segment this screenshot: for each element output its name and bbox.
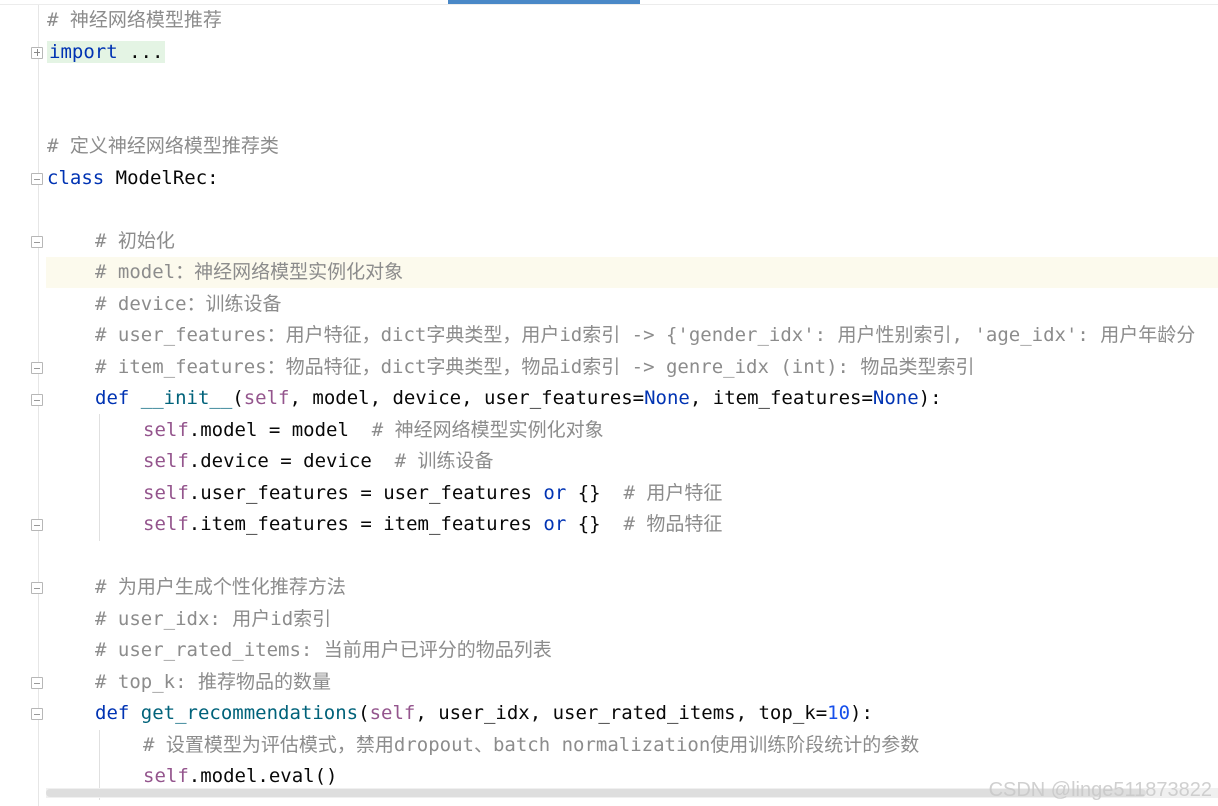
code-line-12: # item_features：物品特征，dict字典类型，物品id索引 -> … [95,356,975,378]
fold-end-icon[interactable] [31,677,43,689]
code-line-15: self.device = device # 训练设备 [143,450,494,472]
fold-collapse-icon[interactable] [31,394,43,406]
code-line-2[interactable]: import ... [47,37,166,68]
code-line-17: self.item_features = item_features or {}… [143,513,723,535]
code-line-11: # user_features：用户特征，dict字典类型，用户id索引 -> … [95,324,1196,346]
fold-collapse-icon[interactable] [31,236,43,248]
folded-imports: import ... [47,41,166,63]
code-line-20: # user_idx: 用户id索引 [95,608,332,630]
code-line-9: # model：神经网络模型实例化对象 [95,261,404,283]
fold-collapse-icon[interactable] [31,173,43,185]
code-line-8: # 初始化 [95,230,175,252]
fold-expand-icon[interactable] [31,47,43,59]
watermark: CSDN @linge511873822 [988,779,1212,801]
code-line-21: # user_rated_items: 当前用户已评分的物品列表 [95,639,552,661]
code-line-22: # top_k: 推荐物品的数量 [95,671,331,693]
fold-collapse-icon[interactable] [31,708,43,720]
fold-end-icon[interactable] [31,362,43,374]
fold-end-icon[interactable] [31,519,43,531]
code-line-24: # 设置模型为评估模式，禁用dropout、batch normalizatio… [143,734,920,756]
horizontal-scrollbar-thumb[interactable] [46,789,1146,797]
fold-collapse-icon[interactable] [31,582,43,594]
code-line-5: # 定义神经网络模型推荐类 [47,135,279,157]
code-line-1: # 神经网络模型推荐 [47,9,222,31]
code-line-19: # 为用户生成个性化推荐方法 [95,576,346,598]
code-line-14: self.model = model # 神经网络模型实例化对象 [143,419,604,441]
code-line-6: class ModelRec: [47,167,219,189]
code-line-10: # device：训练设备 [95,293,282,315]
code-line-23: def get_recommendations(self, user_idx, … [95,702,873,724]
code-line-13: def __init__(self, model, device, user_f… [95,387,942,409]
code-line-16: self.user_features = user_features or {}… [143,482,723,504]
